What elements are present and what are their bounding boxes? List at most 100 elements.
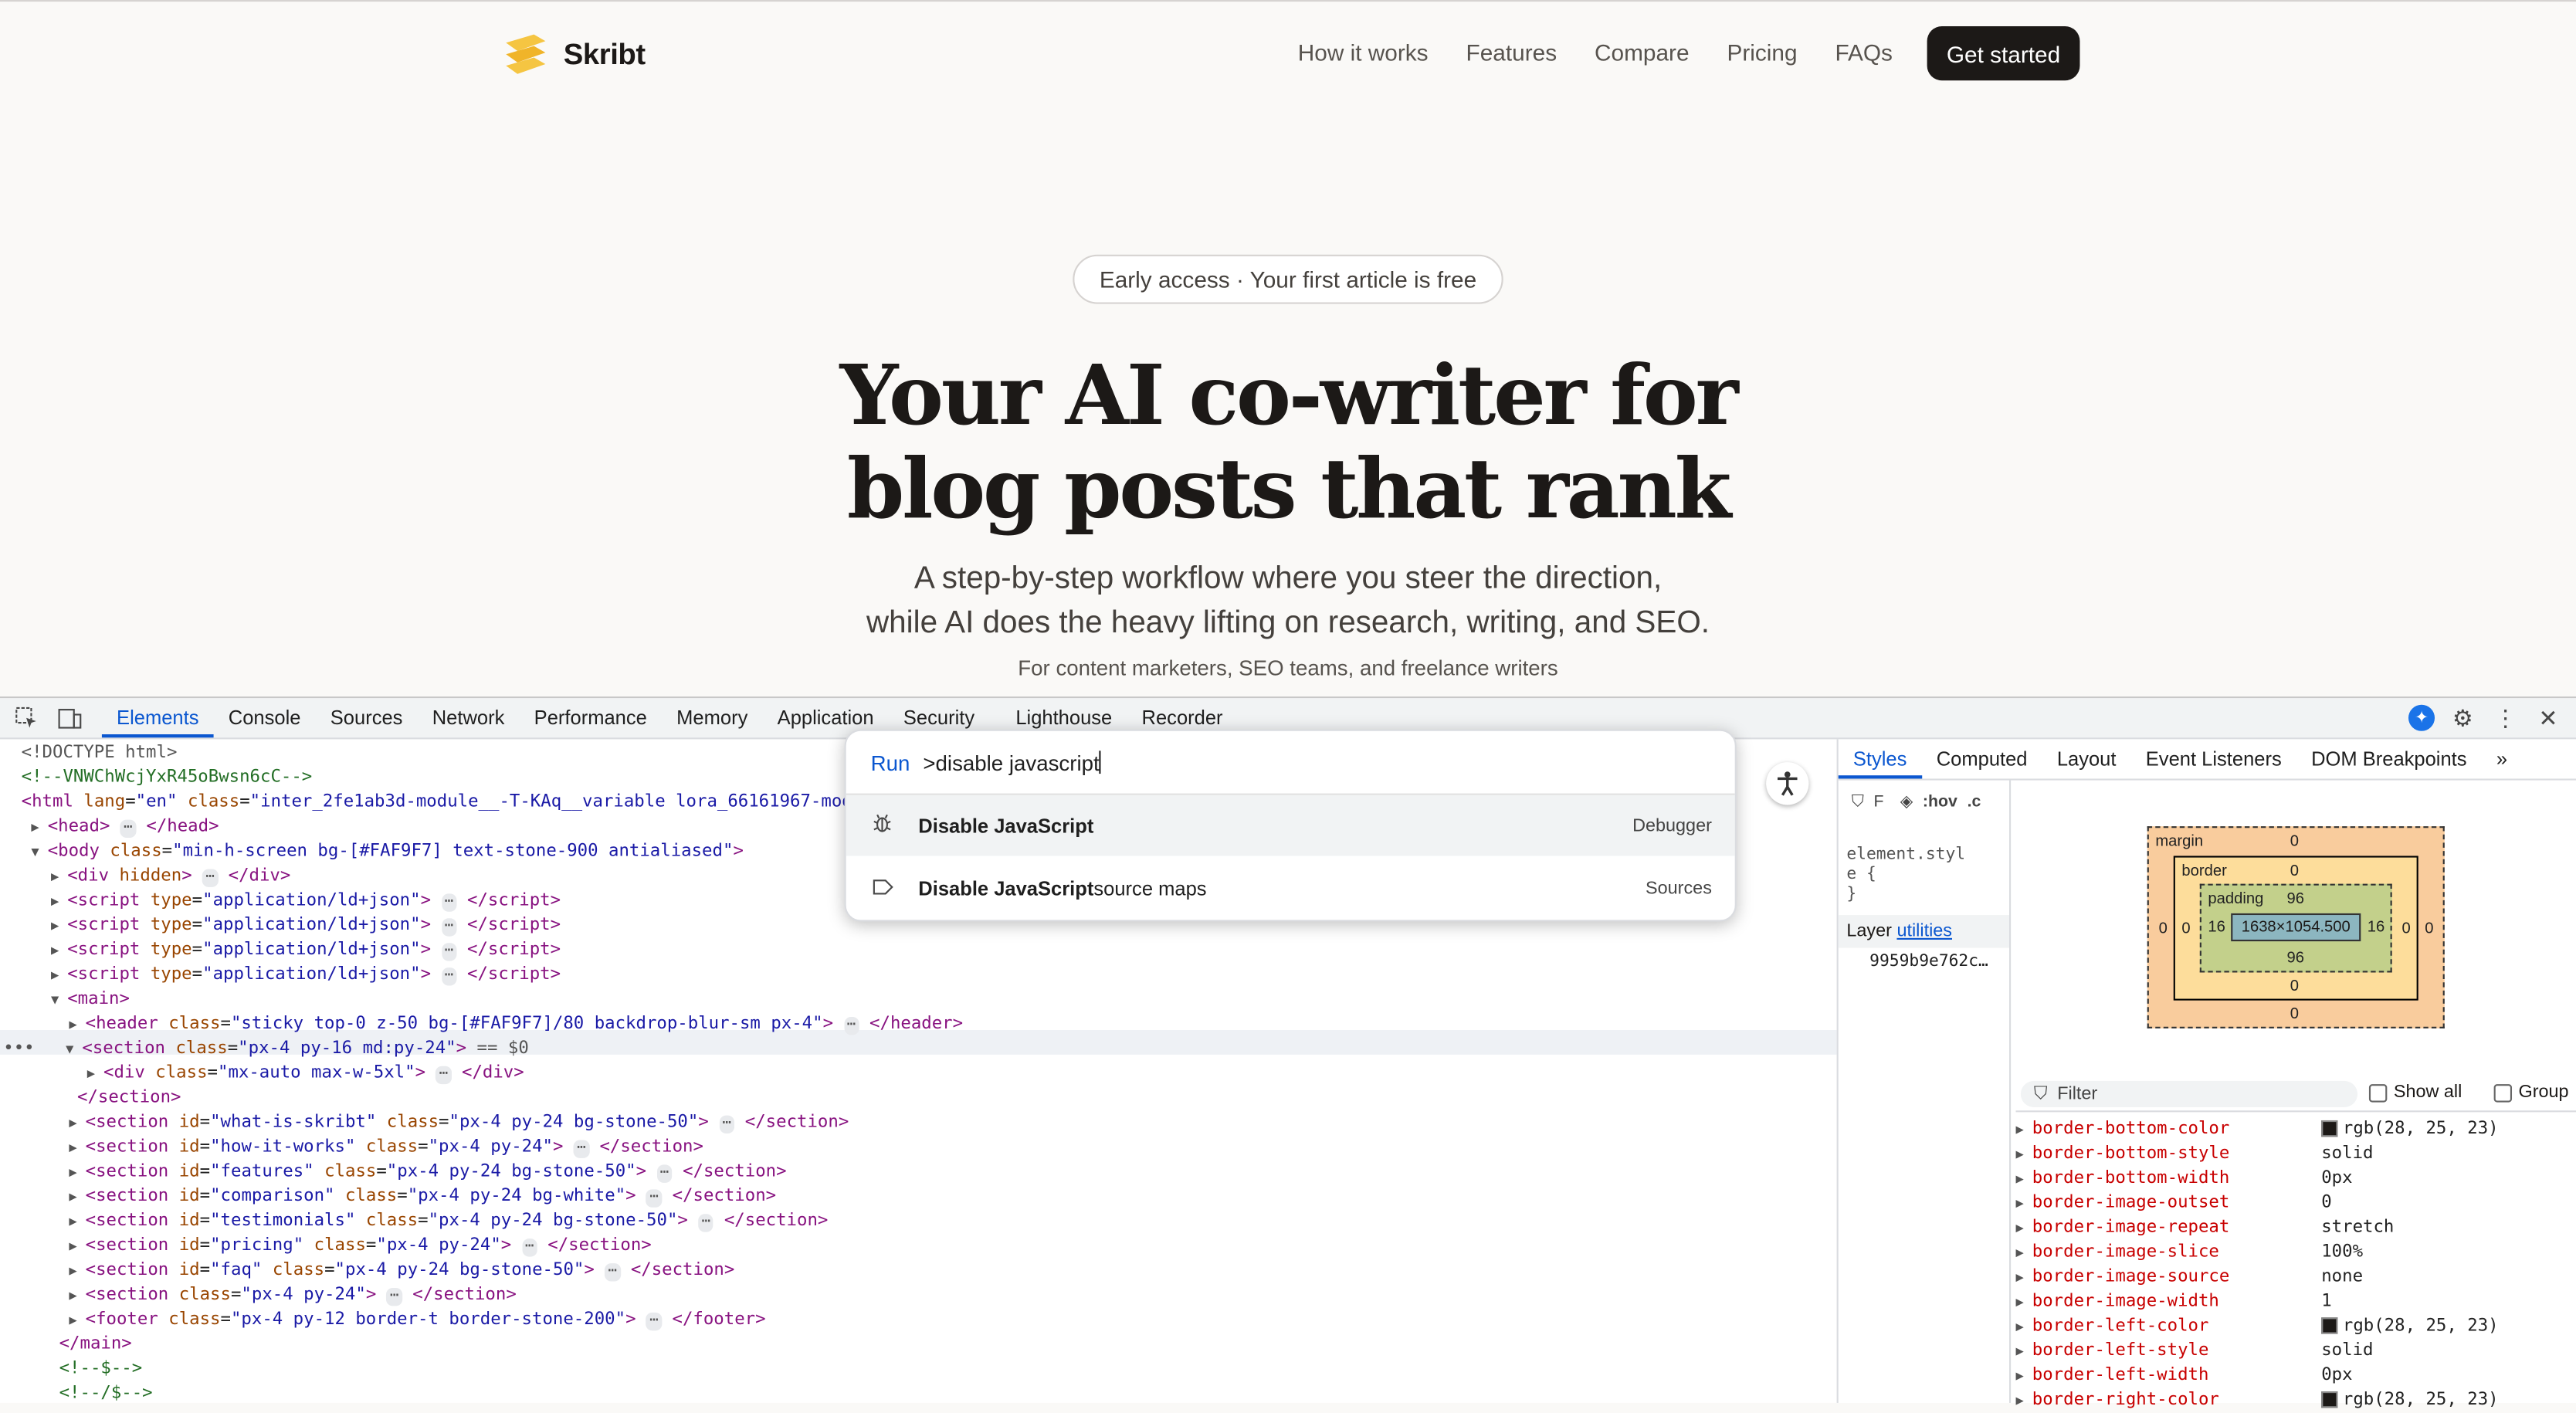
margin-right[interactable]: 0 (2425, 920, 2433, 937)
ellipsis-icon[interactable]: ⋯ (441, 893, 457, 912)
section-node-selected[interactable]: ▼ <section class="px-4 py-16 md:py-24"> =… (66, 1036, 529, 1061)
computed-property-row[interactable]: ▶ border-bottom-width 0px (2016, 1167, 2353, 1191)
div-hidden-node[interactable]: ▶ <div hidden> ⋯ </div> (51, 864, 290, 889)
layer-link[interactable]: utilities (1896, 922, 1952, 942)
command-query[interactable]: >disable javascript (923, 750, 1099, 774)
expand-arrow-icon[interactable]: ▶ (2016, 1364, 2032, 1388)
section-node-how-it-works[interactable]: ▶ <section id="how-it-works" class="px-4 … (69, 1135, 703, 1160)
collapse-arrow-icon[interactable]: ▼ (51, 988, 67, 1012)
ellipsis-icon[interactable]: ⋯ (719, 1115, 735, 1134)
box-model-margin[interactable]: margin 0 0 0 0 border 0 0 0 0 padding 96… (2147, 826, 2445, 1028)
tab-network[interactable]: Network (418, 698, 520, 737)
more-options-icon[interactable]: ⋮ (2490, 703, 2520, 733)
expand-arrow-icon[interactable]: ▶ (69, 1160, 85, 1184)
expand-arrow-icon[interactable]: ▶ (2016, 1289, 2032, 1314)
main-close-tag[interactable]: </main> (59, 1332, 132, 1357)
brand-logo[interactable]: Skribt (501, 29, 646, 79)
ellipsis-icon[interactable]: ⋯ (441, 943, 457, 961)
expand-arrow-icon[interactable]: ▶ (2016, 1240, 2032, 1265)
expand-arrow-icon[interactable]: ▶ (69, 1283, 85, 1308)
expand-arrow-icon[interactable]: ▶ (2016, 1167, 2032, 1191)
expand-arrow-icon[interactable]: ▶ (2016, 1215, 2032, 1240)
footer-node[interactable]: ▶ <footer class="px-4 py-12 border-t bord… (69, 1308, 766, 1333)
expand-arrow-icon[interactable]: ▶ (69, 1259, 85, 1283)
expand-arrow-icon[interactable]: ▶ (87, 1061, 103, 1086)
expand-arrow-icon[interactable]: ▶ (2016, 1314, 2032, 1339)
computed-property-row[interactable]: ▶ border-image-slice 100% (2016, 1240, 2364, 1265)
styles-filter[interactable]: ⛉ F ◈ :hov .c (1852, 787, 1981, 816)
computed-filter-input[interactable]: ⛉ Filter (2020, 1080, 2358, 1107)
tab-dom-breakpoints[interactable]: DOM Breakpoints (2296, 739, 2482, 778)
expand-arrow-icon[interactable]: ▶ (69, 1184, 85, 1209)
command-item-disable-js-source-maps[interactable]: Disable JavaScript source maps Sources (846, 858, 1735, 919)
ellipsis-icon[interactable]: ⋯ (646, 1189, 663, 1208)
color-swatch-icon[interactable] (2321, 1120, 2338, 1137)
ellipsis-icon[interactable]: ⋯ (441, 918, 457, 937)
section-node-what-is[interactable]: ▶ <section id="what-is-skribt" class="px-… (69, 1110, 849, 1135)
layers-icon[interactable]: ◈ (1900, 793, 1913, 811)
tab-elements[interactable]: Elements (101, 698, 214, 738)
show-all-checkbox[interactable]: Show all (2368, 1083, 2462, 1103)
expand-arrow-icon[interactable]: ▶ (2016, 1191, 2032, 1215)
border-top[interactable]: 0 (2290, 862, 2299, 880)
device-toolbar-icon[interactable] (56, 705, 82, 731)
expand-arrow-icon[interactable]: ▶ (69, 1308, 85, 1333)
computed-property-row[interactable]: ▶ border-left-width 0px (2016, 1364, 2353, 1388)
padding-right[interactable]: 16 (2368, 918, 2385, 936)
comment-node[interactable]: <!--VNWChWcjYxR45oBwsn6cC--> (22, 765, 313, 790)
nav-compare[interactable]: Compare (1595, 39, 1690, 66)
section-node-testimonials[interactable]: ▶ <section id="testimonials" class="px-4 … (69, 1209, 828, 1234)
node-actions-icon[interactable]: ••• (3, 1036, 34, 1061)
tab-sources[interactable]: Sources (316, 698, 418, 737)
border-bottom[interactable]: 0 (2290, 978, 2299, 995)
cls-toggle[interactable]: .c (1968, 793, 1981, 811)
script-ldjson-node-4[interactable]: ▶ <script type="application/ld+json"> ⋯ <… (51, 963, 561, 988)
expand-arrow-icon[interactable]: ▶ (69, 1012, 85, 1037)
head-node[interactable]: ▶ <head> ⋯ </head> (31, 815, 219, 839)
ellipsis-icon[interactable]: ⋯ (202, 869, 219, 887)
expand-arrow-icon[interactable]: ▶ (2016, 1265, 2032, 1289)
styles-filter-input[interactable]: F (1873, 793, 1883, 811)
expand-arrow-icon[interactable]: ▶ (51, 938, 67, 963)
computed-property-row[interactable]: ▶ border-image-width 1 (2016, 1289, 2332, 1314)
layer-hash[interactable]: 9959b9e762c… (1869, 953, 1988, 971)
expand-arrow-icon[interactable]: ▶ (2016, 1117, 2032, 1142)
color-swatch-icon[interactable] (2321, 1391, 2338, 1408)
margin-left[interactable]: 0 (2159, 920, 2168, 937)
border-right[interactable]: 0 (2401, 920, 2410, 937)
tab-styles[interactable]: Styles (1838, 739, 1922, 779)
get-started-button[interactable]: Get started (1927, 26, 2080, 81)
checkbox-icon[interactable] (2368, 1083, 2388, 1102)
ellipsis-icon[interactable]: ⋯ (573, 1140, 589, 1158)
group-checkbox[interactable]: Group (2493, 1083, 2569, 1103)
ellipsis-icon[interactable]: ⋯ (698, 1214, 714, 1232)
inspect-element-icon[interactable] (13, 705, 39, 731)
comment-node-2[interactable]: <!--$--> (59, 1357, 143, 1381)
nav-pricing[interactable]: Pricing (1727, 39, 1797, 66)
ellipsis-icon[interactable]: ⋯ (120, 819, 136, 839)
margin-top[interactable]: 0 (2290, 833, 2299, 851)
expand-arrow-icon[interactable]: ▶ (69, 1135, 85, 1160)
expand-arrow-icon[interactable]: ▶ (69, 1110, 85, 1135)
collapse-arrow-icon[interactable]: ▼ (31, 839, 47, 864)
computed-property-row[interactable]: ▶ border-left-color rgb(28, 25, 23) (2016, 1314, 2499, 1339)
padding-bottom[interactable]: 96 (2287, 950, 2305, 967)
expand-arrow-icon[interactable]: ▶ (51, 889, 67, 913)
expand-arrow-icon[interactable]: ▶ (2016, 1339, 2032, 1364)
div-node[interactable]: ▶ <div class="mx-auto max-w-5xl"> ⋯ </div… (87, 1061, 524, 1086)
checkbox-icon[interactable] (2493, 1083, 2513, 1102)
html-node[interactable]: <html lang="en" class="inter_2fe1ab3d-mo… (22, 790, 863, 815)
section-close-tag[interactable]: </section> (77, 1086, 181, 1110)
expand-arrow-icon[interactable]: ▶ (31, 815, 47, 839)
expand-arrow-icon[interactable]: ▶ (69, 1234, 85, 1259)
computed-property-row[interactable]: ▶ border-bottom-color rgb(28, 25, 23) (2016, 1117, 2499, 1142)
hov-toggle[interactable]: :hov (1923, 793, 1957, 811)
expand-arrow-icon[interactable]: ▶ (51, 864, 67, 889)
margin-bottom[interactable]: 0 (2290, 1005, 2299, 1023)
border-left[interactable]: 0 (2181, 920, 2190, 937)
accessibility-tree-icon[interactable] (1766, 762, 1809, 805)
computed-property-row[interactable]: ▶ border-left-style solid (2016, 1339, 2374, 1364)
tab-memory[interactable]: Memory (662, 698, 763, 737)
command-input[interactable]: Run >disable javascript (846, 731, 1735, 795)
nav-features[interactable]: Features (1466, 39, 1557, 66)
